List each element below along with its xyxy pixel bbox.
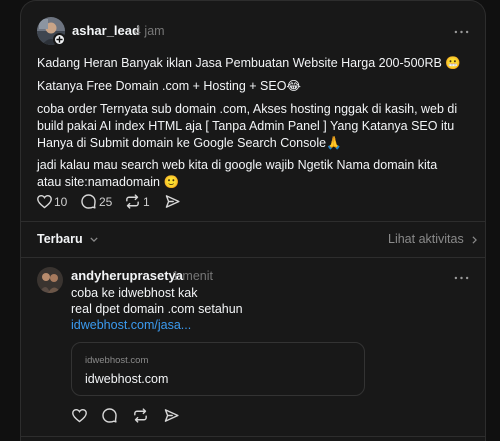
reply-username[interactable]: andyheruprasetya: [71, 268, 183, 283]
sort-dropdown[interactable]: Terbaru: [37, 232, 98, 246]
plus-icon[interactable]: [53, 33, 66, 46]
view-activity-link[interactable]: Lihat aktivitas: [388, 232, 478, 246]
divider: [20, 221, 486, 222]
post-paragraph: Katanya Free Domain .com + Hosting + SEO…: [37, 79, 302, 93]
comment-icon[interactable]: [101, 407, 118, 424]
share-icon[interactable]: [164, 193, 181, 210]
chevron-right-icon: [472, 236, 478, 244]
post-paragraph: coba order Ternyata sub domain .com, Aks…: [37, 102, 458, 150]
comments-count: 25: [99, 195, 113, 209]
repost-icon[interactable]: [124, 193, 141, 210]
post-paragraph: jadi kalau mau search web kita di google…: [37, 158, 438, 189]
more-icon[interactable]: [454, 22, 469, 37]
reposts-count: 1: [143, 195, 150, 209]
card-domain: idwebhost.com: [85, 355, 149, 366]
post-paragraph: Kadang Heran Banyak iklan Jasa Pembuatan…: [37, 56, 461, 70]
comment-icon[interactable]: [80, 193, 97, 210]
reply-time: 1 menit: [172, 269, 213, 283]
activity-label: Lihat aktivitas: [388, 232, 464, 246]
heart-icon[interactable]: [36, 193, 53, 210]
share-icon[interactable]: [163, 407, 180, 424]
post-time: 4 jam: [134, 24, 165, 38]
more-icon[interactable]: [454, 268, 469, 283]
repost-icon[interactable]: [132, 407, 149, 424]
reply-line: coba ke idwebhost kak: [71, 286, 198, 300]
reply-link[interactable]: idwebhost.com/jasa...: [71, 317, 191, 333]
card-title: idwebhost.com: [85, 372, 169, 386]
heart-icon[interactable]: [71, 407, 88, 424]
reply-avatar[interactable]: [37, 267, 63, 293]
sort-label: Terbaru: [37, 232, 83, 246]
likes-count: 10: [54, 195, 68, 209]
post-username[interactable]: ashar_lead: [72, 23, 140, 38]
chevron-down-icon: [90, 237, 98, 243]
reply-line: real dpet domain .com setahun: [71, 302, 243, 316]
divider: [20, 436, 486, 437]
link-preview-card[interactable]: idwebhost.com idwebhost.com: [71, 342, 365, 396]
divider: [20, 257, 486, 258]
